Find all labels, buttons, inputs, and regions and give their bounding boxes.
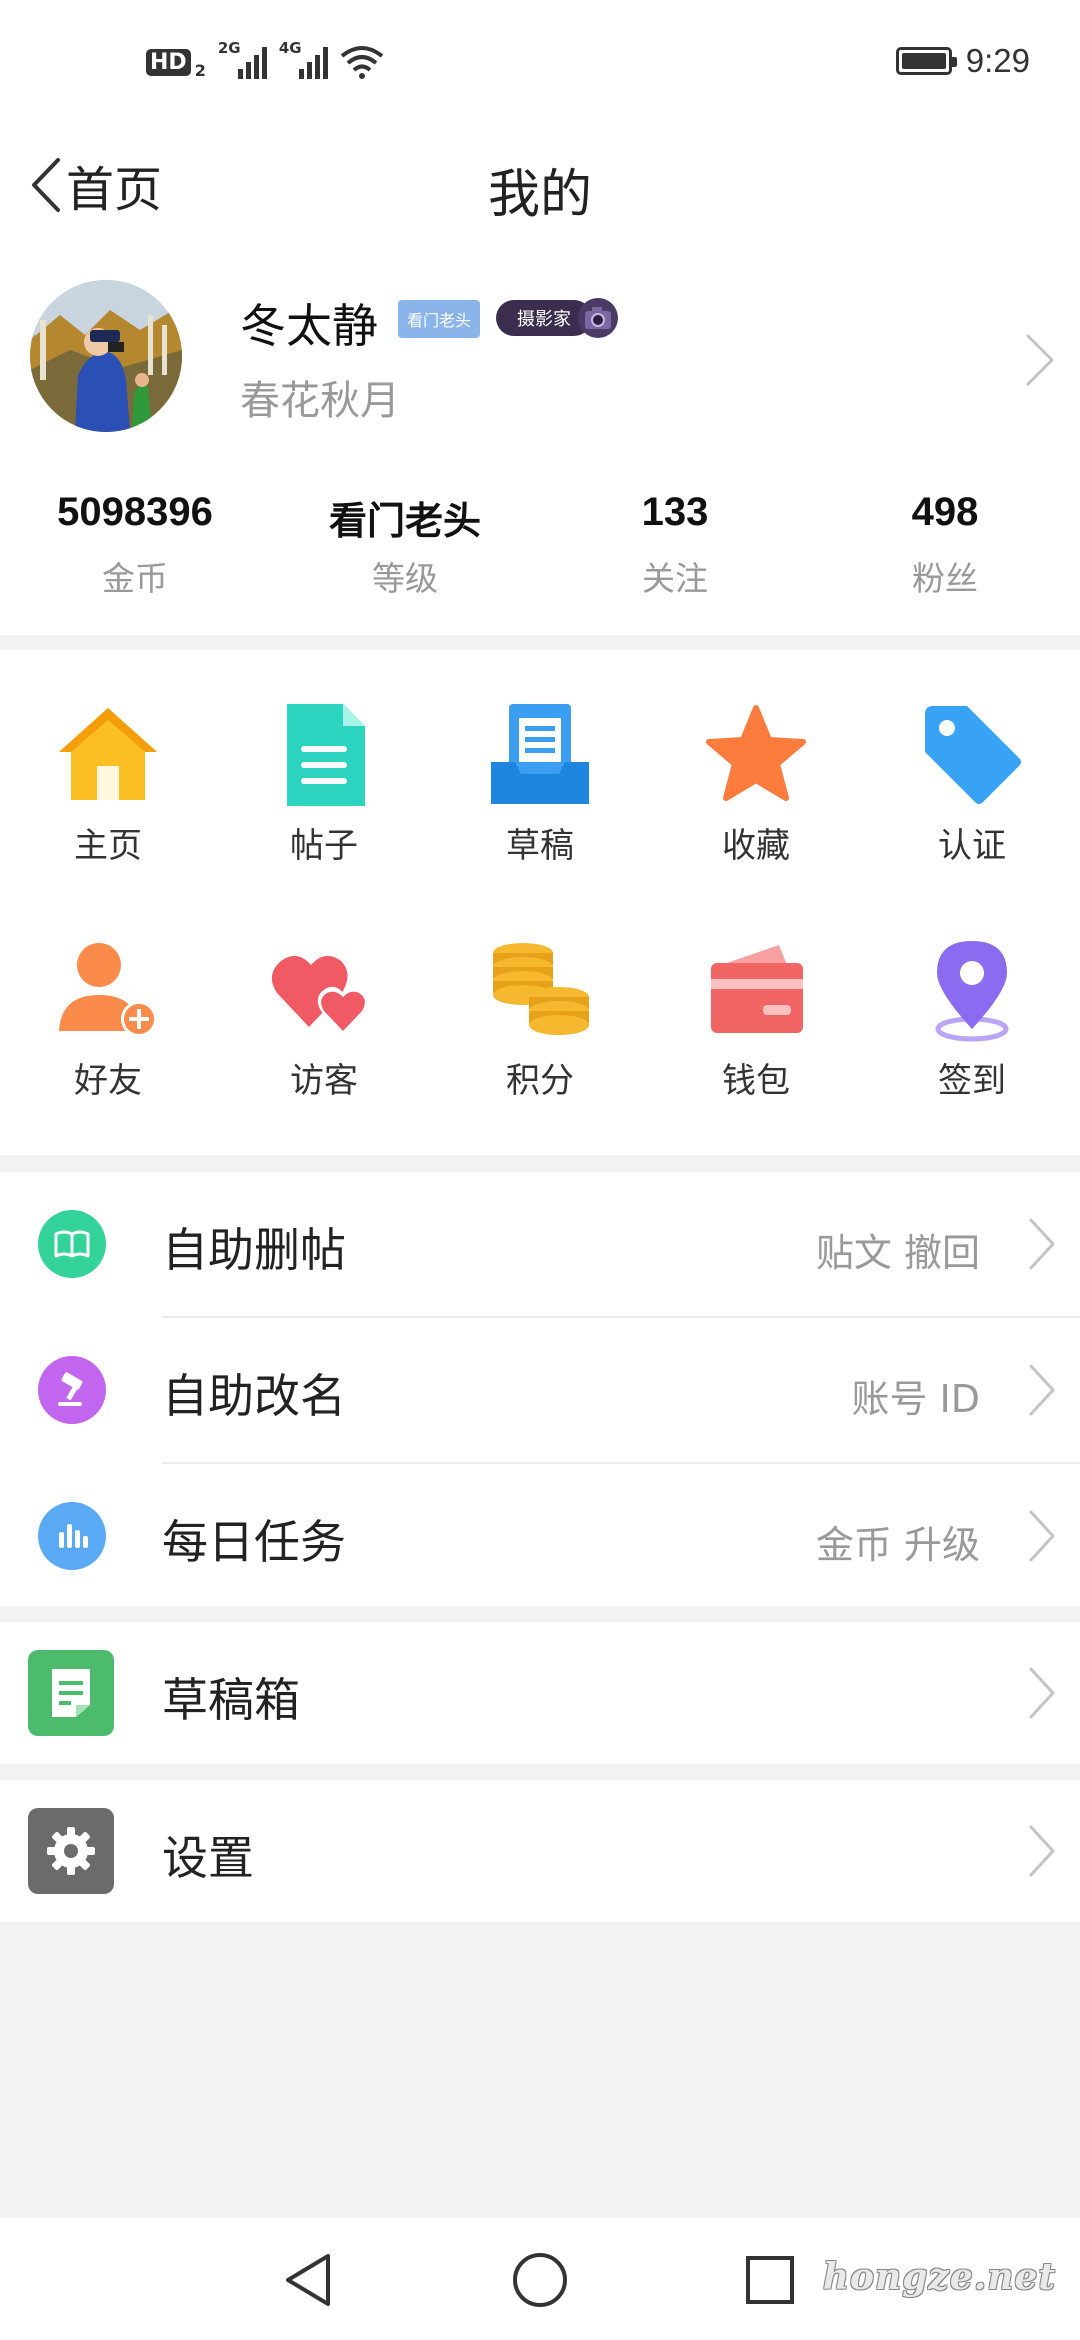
status-left: HD 2 2G 4G bbox=[146, 39, 384, 80]
row-title: 设置 bbox=[162, 1831, 254, 1885]
coins-icon bbox=[493, 943, 589, 1035]
tool-list: 自助删帖 贴文 撤回 自助改名 账号 ID 每日任务 金币 升级 bbox=[0, 1172, 1080, 1606]
grid-item-verify[interactable]: 认证 bbox=[864, 650, 1080, 870]
nav-recents-icon[interactable] bbox=[738, 2248, 802, 2312]
add-friend-icon bbox=[59, 943, 157, 1037]
chevron-right-icon bbox=[1029, 1218, 1055, 1270]
chevron-right-icon bbox=[1029, 1510, 1055, 1562]
grid-label: 积分 bbox=[506, 1061, 574, 1101]
row-hint: 账号 ID bbox=[851, 1377, 980, 1421]
camera-icon bbox=[578, 298, 618, 338]
watermark: hongze.net bbox=[822, 2256, 1056, 2298]
stat-label: 金币 bbox=[102, 559, 168, 598]
page-title: 我的 bbox=[487, 165, 592, 225]
chevron-right-icon bbox=[1029, 1667, 1055, 1719]
gavel-icon bbox=[38, 1356, 106, 1424]
grid-item-visitors[interactable]: 访客 bbox=[216, 885, 432, 1105]
chevron-right-icon bbox=[1029, 1364, 1055, 1416]
hd-sub: 2 bbox=[194, 60, 206, 80]
hd-icon: HD bbox=[146, 48, 191, 76]
stat-label: 关注 bbox=[642, 559, 708, 598]
stat-value: 133 bbox=[641, 490, 709, 534]
username: 冬太静 bbox=[240, 299, 378, 353]
signal-icon: 2G bbox=[218, 39, 267, 79]
grid-label: 签到 bbox=[938, 1061, 1006, 1101]
draft-tray-icon bbox=[491, 704, 589, 804]
document-icon bbox=[287, 704, 365, 806]
wallet-icon bbox=[711, 945, 803, 1033]
grid-item-checkin[interactable]: 签到 bbox=[864, 885, 1080, 1105]
feature-grid: 主页 帖子 草稿 收藏 认证 好友 访客 积分 钱包 签到 bbox=[0, 650, 1080, 1155]
grid-label: 好友 bbox=[74, 1061, 142, 1101]
hearts-icon bbox=[271, 955, 369, 1035]
signal-icon: 4G bbox=[279, 39, 328, 79]
grid-item-posts[interactable]: 帖子 bbox=[216, 650, 432, 870]
network-2g-label: 2G bbox=[217, 39, 241, 57]
bar-chart-icon bbox=[38, 1502, 106, 1570]
list-row-rename[interactable]: 自助改名 账号 ID bbox=[0, 1318, 1080, 1463]
avatar[interactable] bbox=[30, 280, 182, 432]
stat-coins[interactable]: 5098396 金币 bbox=[0, 490, 270, 600]
stat-label: 等级 bbox=[372, 559, 438, 598]
grid-label: 钱包 bbox=[722, 1061, 790, 1101]
stat-fans[interactable]: 498 粉丝 bbox=[810, 490, 1080, 600]
nav-home-icon[interactable] bbox=[508, 2248, 572, 2312]
grid-label: 访客 bbox=[290, 1061, 358, 1101]
list-row-delete-post[interactable]: 自助删帖 贴文 撤回 bbox=[0, 1172, 1080, 1317]
grid-item-home[interactable]: 主页 bbox=[0, 650, 216, 870]
row-title: 草稿箱 bbox=[162, 1673, 300, 1727]
profile-card[interactable]: 冬太静 看门老头 摄影家 春花秋月 5098396 金币 看门老头 等级 133… bbox=[0, 240, 1080, 635]
wifi-icon bbox=[340, 46, 384, 79]
status-bar: HD 2 2G 4G 9:29 bbox=[0, 0, 1080, 130]
row-title: 自助改名 bbox=[162, 1369, 346, 1423]
header: 首页 我的 bbox=[0, 130, 1080, 240]
grid-label: 草稿 bbox=[506, 826, 574, 866]
chevron-right-icon bbox=[1026, 334, 1054, 386]
star-icon bbox=[706, 705, 806, 801]
stat-label: 粉丝 bbox=[912, 559, 978, 598]
nav-back-icon[interactable] bbox=[276, 2248, 340, 2312]
signature: 春花秋月 bbox=[240, 378, 400, 424]
grid-label: 主页 bbox=[74, 826, 142, 866]
tag-icon bbox=[925, 706, 1021, 804]
stat-following[interactable]: 133 关注 bbox=[540, 490, 810, 600]
list-row-daily-task[interactable]: 每日任务 金币 升级 bbox=[0, 1464, 1080, 1609]
location-pin-icon bbox=[935, 941, 1009, 1042]
rank-badge: 看门老头 bbox=[398, 300, 480, 338]
book-icon bbox=[38, 1210, 106, 1278]
grid-label: 收藏 bbox=[722, 826, 790, 866]
network-4g-label: 4G bbox=[278, 39, 302, 57]
home-icon bbox=[59, 708, 157, 800]
stat-value: 498 bbox=[911, 490, 979, 534]
row-title: 每日任务 bbox=[162, 1515, 346, 1569]
grid-item-drafts[interactable]: 草稿 bbox=[432, 650, 648, 870]
gear-icon bbox=[28, 1808, 114, 1894]
clock: 9:29 bbox=[965, 42, 1030, 79]
grid-label: 帖子 bbox=[290, 826, 358, 866]
row-hint: 金币 升级 bbox=[815, 1523, 980, 1567]
system-nav-bar: hongze.net bbox=[0, 2218, 1080, 2340]
chevron-right-icon bbox=[1029, 1825, 1055, 1877]
photographer-badge: 摄影家 bbox=[496, 296, 620, 340]
stat-value: 看门老头 bbox=[328, 499, 481, 543]
draft-box-row[interactable]: 草稿箱 bbox=[0, 1622, 1080, 1764]
stats-row: 5098396 金币 看门老头 等级 133 关注 498 粉丝 bbox=[0, 490, 1080, 600]
grid-label: 认证 bbox=[938, 826, 1006, 866]
grid-item-wallet[interactable]: 钱包 bbox=[648, 885, 864, 1105]
row-title: 自助删帖 bbox=[162, 1223, 346, 1277]
grid-item-friends[interactable]: 好友 bbox=[0, 885, 216, 1105]
row-hint: 贴文 撤回 bbox=[815, 1231, 980, 1275]
stat-level[interactable]: 看门老头 等级 bbox=[270, 490, 540, 600]
grid-item-favorites[interactable]: 收藏 bbox=[648, 650, 864, 870]
status-right: 9:29 bbox=[895, 42, 1030, 80]
battery-icon bbox=[895, 47, 957, 75]
settings-row[interactable]: 设置 bbox=[0, 1780, 1080, 1922]
note-icon bbox=[28, 1650, 114, 1736]
stat-value: 5098396 bbox=[57, 490, 213, 534]
grid-item-points[interactable]: 积分 bbox=[432, 885, 648, 1105]
